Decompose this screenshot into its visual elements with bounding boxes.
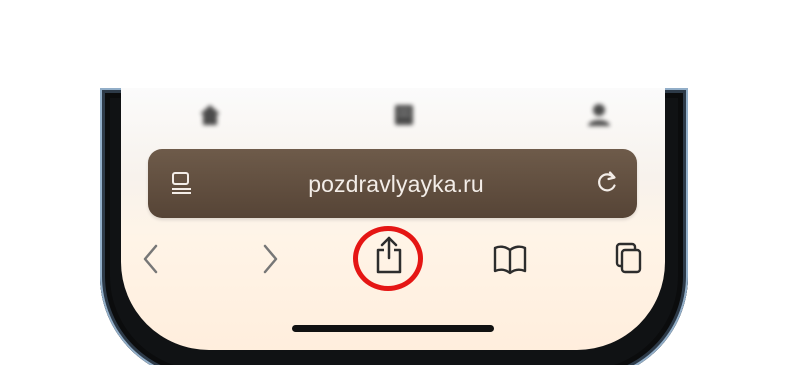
reader-mode-icon[interactable] bbox=[169, 170, 195, 196]
bookmarks-button[interactable] bbox=[491, 240, 529, 278]
url-text[interactable]: pozdravlyayka.ru bbox=[296, 170, 496, 198]
tabs-icon bbox=[612, 240, 646, 278]
book-icon[interactable] bbox=[391, 102, 417, 128]
share-button[interactable] bbox=[370, 236, 408, 274]
forward-button[interactable] bbox=[251, 240, 289, 278]
bookmarks-icon bbox=[491, 242, 529, 276]
back-button[interactable] bbox=[132, 240, 170, 278]
back-arrow-icon bbox=[139, 240, 163, 278]
share-icon bbox=[371, 234, 407, 276]
home-indicator bbox=[292, 325, 494, 332]
phone-screen: pozdravlyayka.ru bbox=[121, 88, 665, 350]
reload-icon[interactable] bbox=[594, 169, 620, 195]
profile-icon[interactable] bbox=[586, 102, 612, 128]
tabs-button[interactable] bbox=[610, 240, 648, 278]
forward-arrow-icon bbox=[258, 240, 282, 278]
screenshot-canvas: pozdravlyayka.ru bbox=[0, 0, 786, 365]
home-icon[interactable] bbox=[197, 102, 223, 128]
address-bar[interactable]: pozdravlyayka.ru bbox=[148, 149, 637, 218]
